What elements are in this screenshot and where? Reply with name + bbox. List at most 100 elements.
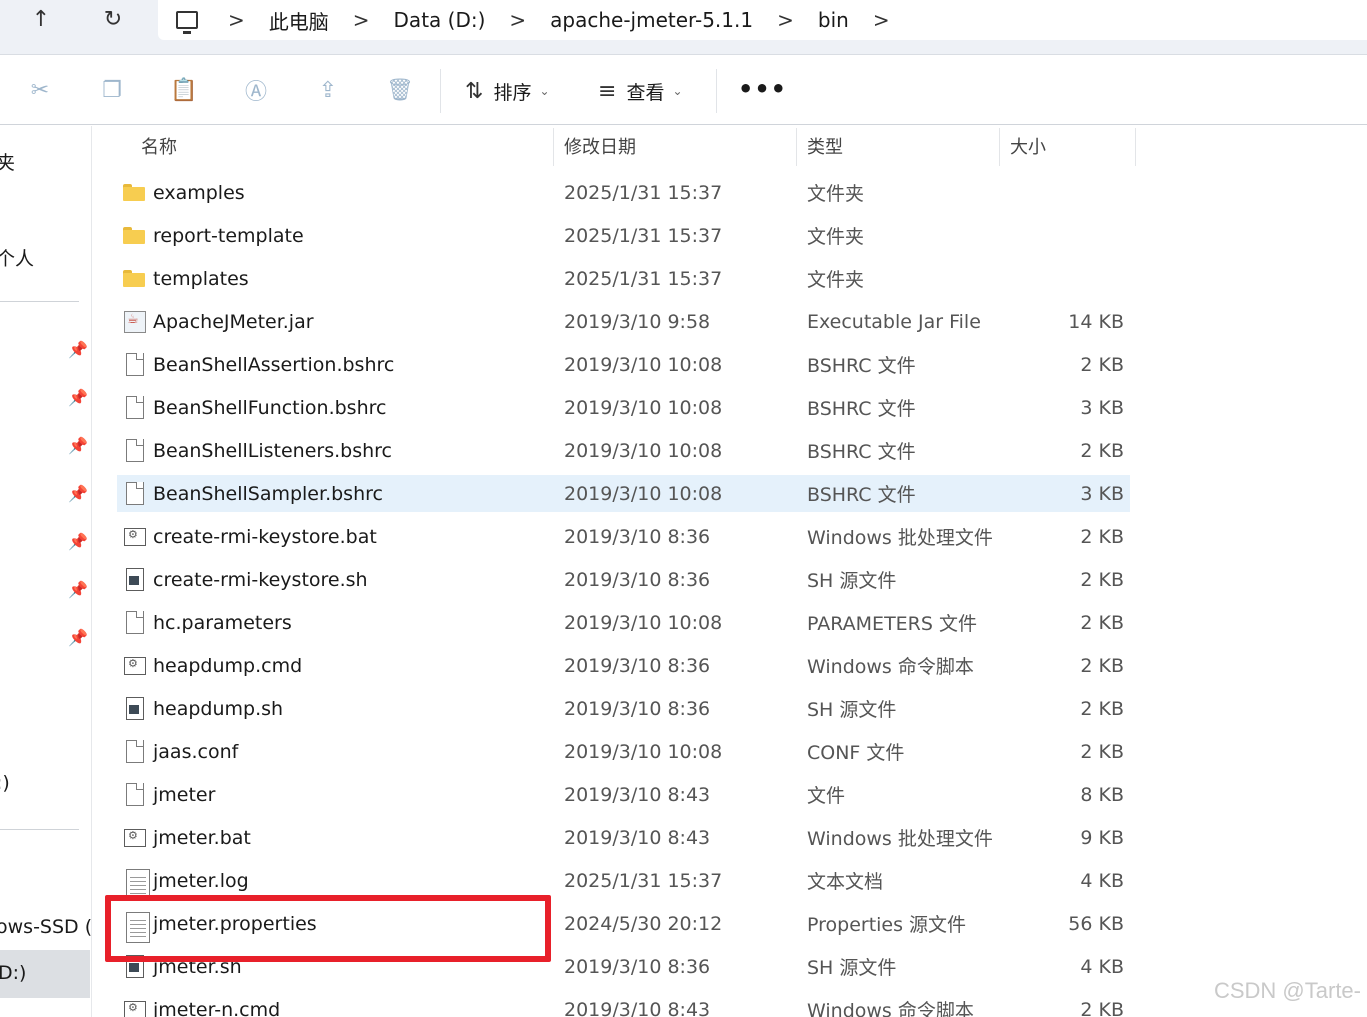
toolbar-divider bbox=[716, 69, 717, 113]
file-row[interactable]: jmeter.log 2025/1/31 15:37 文本文档 4 KB bbox=[117, 862, 1130, 900]
file-row[interactable]: examples 2025/1/31 15:37 文件夹 bbox=[117, 174, 1130, 211]
chevron-right-icon[interactable]: > bbox=[873, 8, 890, 32]
column-header-name[interactable]: 名称 bbox=[131, 126, 551, 166]
file-type: Properties 源文件 bbox=[807, 914, 967, 936]
pin-icon[interactable]: 📌 bbox=[68, 628, 88, 647]
blank-file-icon bbox=[123, 611, 145, 634]
sidebar-item-drive[interactable]: :) bbox=[0, 772, 10, 794]
file-name: hc.parameters bbox=[153, 611, 292, 634]
blank-file-icon bbox=[123, 439, 145, 462]
file-row[interactable]: jaas.conf 2019/3/10 10:08 CONF 文件 2 KB bbox=[117, 733, 1130, 770]
up-arrow-icon[interactable]: ↑ bbox=[26, 4, 56, 34]
breadcrumb-item-bin[interactable]: bin bbox=[818, 8, 849, 32]
file-type: BSHRC 文件 bbox=[807, 484, 916, 506]
column-header-type[interactable]: 类型 bbox=[797, 126, 999, 166]
file-row[interactable]: create-rmi-keystore.sh 2019/3/10 8:36 SH 源… bbox=[117, 561, 1130, 598]
file-row[interactable]: BeanShellAssertion.bshrc 2019/3/10 10:08 B… bbox=[117, 346, 1130, 383]
file-date: 2025/1/31 15:37 bbox=[564, 267, 723, 290]
file-row[interactable]: jmeter.properties 2024/5/30 20:12 Properti… bbox=[117, 905, 1130, 943]
view-button[interactable]: ≡ 查看 ⌄ bbox=[598, 75, 683, 107]
file-type: Executable Jar File bbox=[807, 310, 981, 333]
file-row[interactable]: heapdump.cmd 2019/3/10 8:36 Windows 命令脚本 2 … bbox=[117, 647, 1130, 684]
column-header-date[interactable]: 修改日期 bbox=[554, 126, 796, 166]
chevron-right-icon[interactable]: > bbox=[509, 8, 526, 32]
file-type: Windows 批处理文件 bbox=[807, 527, 993, 549]
file-size: 2 KB bbox=[1080, 998, 1124, 1017]
file-row[interactable]: ApacheJMeter.jar 2019/3/10 9:58 Executable… bbox=[117, 303, 1130, 340]
text-file-icon bbox=[123, 869, 150, 900]
rename-icon[interactable]: Ⓐ bbox=[239, 73, 273, 107]
file-type: PARAMETERS 文件 bbox=[807, 613, 977, 635]
refresh-icon[interactable]: ↻ bbox=[98, 4, 128, 34]
breadcrumb-item-data-drive[interactable]: Data (D:) bbox=[394, 8, 486, 32]
file-row[interactable]: BeanShellSampler.bshrc 2019/3/10 10:08 BSH… bbox=[117, 475, 1130, 512]
pin-icon[interactable]: 📌 bbox=[68, 484, 88, 503]
chevron-right-icon[interactable]: > bbox=[353, 8, 370, 32]
file-date: 2019/3/10 8:43 bbox=[564, 783, 711, 806]
sidebar-item-windows-ssd[interactable]: ows-SSD (C bbox=[0, 916, 91, 938]
pin-icon[interactable]: 📌 bbox=[68, 580, 88, 599]
share-icon[interactable]: ⇪ bbox=[311, 73, 345, 107]
file-name: jmeter.log bbox=[153, 869, 249, 892]
file-row[interactable]: create-rmi-keystore.bat 2019/3/10 8:36 Win… bbox=[117, 518, 1130, 555]
breadcrumb-item-this-pc[interactable]: 此电脑 bbox=[269, 6, 329, 35]
column-header-row: ^ 名称 修改日期 类型 大小 bbox=[93, 126, 1137, 166]
column-header-size[interactable]: 大小 bbox=[1000, 126, 1134, 166]
file-name: report-template bbox=[153, 224, 304, 247]
file-date: 2025/1/31 15:37 bbox=[564, 224, 723, 247]
file-size: 2 KB bbox=[1080, 568, 1124, 591]
pin-icon[interactable]: 📌 bbox=[68, 436, 88, 455]
file-date: 2024/5/30 20:12 bbox=[564, 912, 723, 935]
file-name: jmeter bbox=[153, 783, 216, 806]
file-row[interactable]: templates 2025/1/31 15:37 文件夹 bbox=[117, 260, 1130, 297]
sidebar-divider bbox=[0, 301, 79, 302]
sidebar-item-label: D:) bbox=[0, 962, 27, 984]
sidebar-item-data-drive[interactable]: D:) bbox=[0, 950, 90, 998]
breadcrumb-item-jmeter[interactable]: apache-jmeter-5.1.1 bbox=[550, 8, 753, 32]
sidebar-item-personal[interactable]: 个人 bbox=[0, 244, 34, 271]
file-row[interactable]: jmeter-n.cmd 2019/3/10 8:43 Windows 命令脚本 2 … bbox=[117, 991, 1130, 1017]
pin-icon[interactable]: 📌 bbox=[68, 532, 88, 551]
file-name: heapdump.cmd bbox=[153, 654, 303, 677]
file-type: 文件夹 bbox=[807, 269, 865, 291]
file-name: jmeter.bat bbox=[153, 826, 251, 849]
file-row[interactable]: jmeter.sh 2019/3/10 8:36 SH 源文件 4 KB bbox=[117, 948, 1130, 985]
shell-file-icon bbox=[123, 568, 145, 591]
file-date: 2019/3/10 8:36 bbox=[564, 525, 711, 548]
chevron-right-icon[interactable]: > bbox=[777, 8, 794, 32]
file-name: jaas.conf bbox=[153, 740, 239, 763]
sidebar-item-folder[interactable]: 夹 bbox=[0, 148, 15, 175]
file-size: 2 KB bbox=[1080, 697, 1124, 720]
breadcrumb[interactable]: > 此电脑 > Data (D:) > apache-jmeter-5.1.1 … bbox=[158, 0, 1367, 40]
file-type: 文件夹 bbox=[807, 226, 865, 248]
chevron-right-icon[interactable]: > bbox=[228, 8, 245, 32]
file-row[interactable]: BeanShellFunction.bshrc 2019/3/10 10:08 BS… bbox=[117, 389, 1130, 426]
sort-label: 排序 bbox=[493, 81, 532, 104]
file-name: BeanShellSampler.bshrc bbox=[153, 482, 383, 505]
file-row[interactable]: hc.parameters 2019/3/10 10:08 PARAMETERS 文… bbox=[117, 604, 1130, 641]
blank-file-icon bbox=[123, 353, 145, 376]
file-row[interactable]: BeanShellListeners.bshrc 2019/3/10 10:08 B… bbox=[117, 432, 1130, 469]
pin-icon[interactable]: 📌 bbox=[68, 388, 88, 407]
file-row[interactable]: jmeter.bat 2019/3/10 8:43 Windows 批处理文件 9 K… bbox=[117, 819, 1130, 856]
file-row[interactable]: report-template 2025/1/31 15:37 文件夹 bbox=[117, 217, 1130, 254]
file-date: 2025/1/31 15:37 bbox=[564, 869, 723, 892]
file-size: 2 KB bbox=[1080, 439, 1124, 462]
delete-icon[interactable]: 🗑 bbox=[383, 73, 417, 107]
file-name: create-rmi-keystore.sh bbox=[153, 568, 368, 591]
pin-icon[interactable]: 📌 bbox=[68, 340, 88, 359]
computer-icon[interactable] bbox=[176, 11, 198, 34]
cut-icon[interactable]: ✂ bbox=[23, 73, 57, 107]
file-name: BeanShellListeners.bshrc bbox=[153, 439, 392, 462]
file-date: 2019/3/10 8:36 bbox=[564, 955, 711, 978]
column-resize-handle[interactable] bbox=[1135, 128, 1136, 166]
blank-file-icon bbox=[123, 396, 145, 419]
more-options-button[interactable]: ••• bbox=[738, 75, 787, 103]
file-row[interactable]: heapdump.sh 2019/3/10 8:36 SH 源文件 2 KB bbox=[117, 690, 1130, 727]
file-type: SH 源文件 bbox=[807, 570, 897, 592]
copy-icon[interactable]: ❐ bbox=[95, 73, 129, 107]
file-row[interactable]: jmeter 2019/3/10 8:43 文件 8 KB bbox=[117, 776, 1130, 813]
file-name: examples bbox=[153, 181, 245, 204]
paste-icon[interactable]: 📋 bbox=[167, 73, 201, 107]
sort-button[interactable]: ⇅ 排序 ⌄ bbox=[465, 75, 550, 107]
